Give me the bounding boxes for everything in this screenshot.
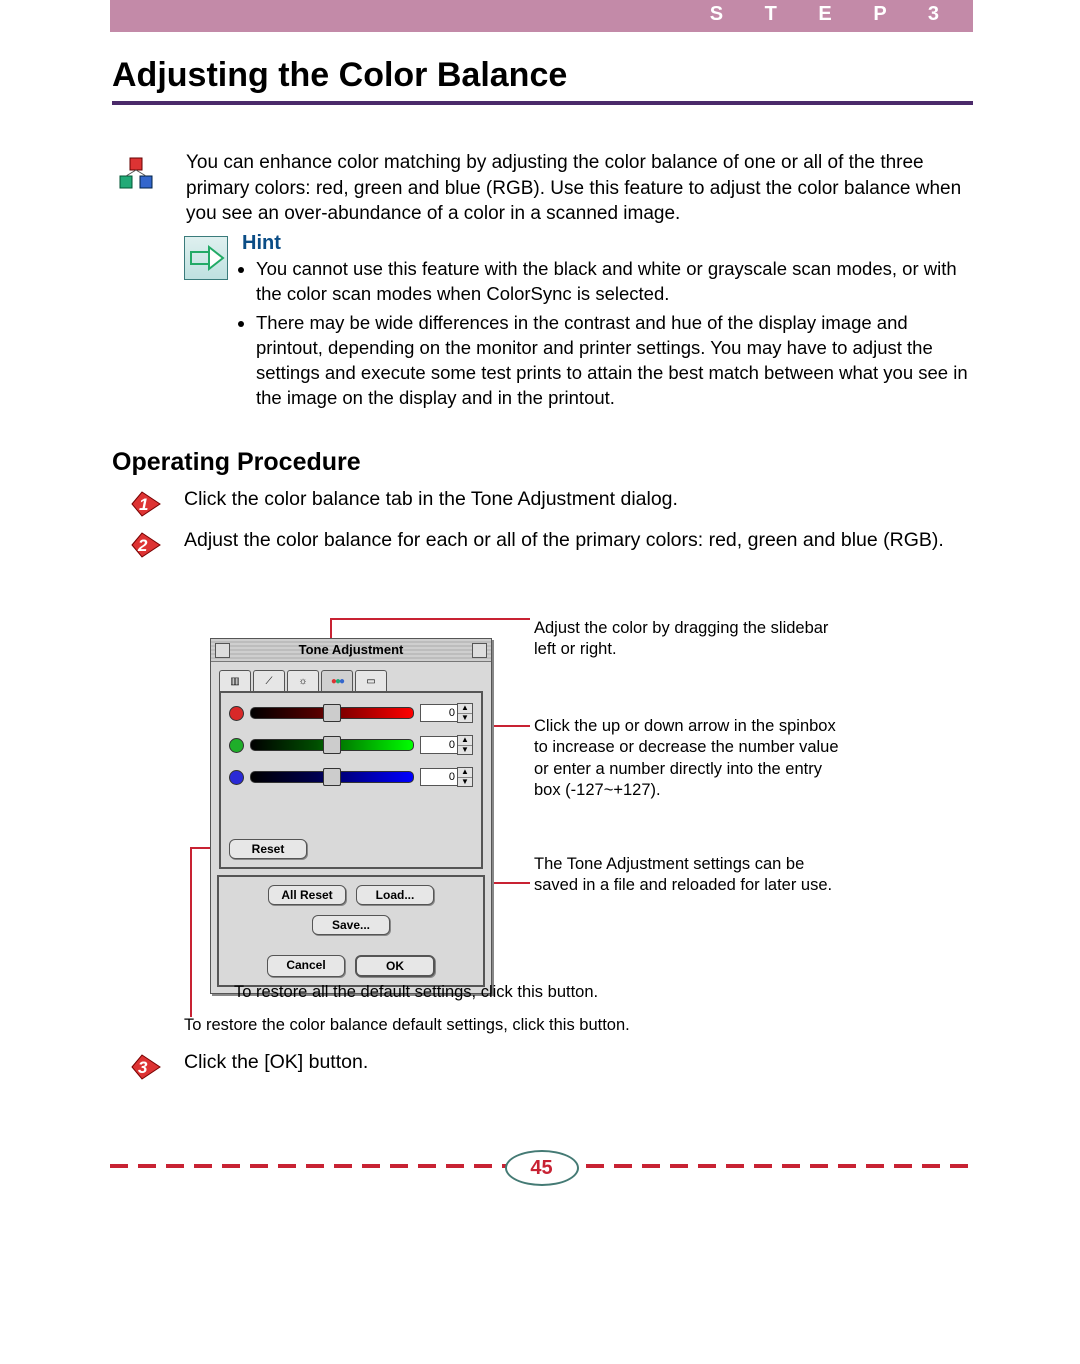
hint-block: Hint You cannot use this feature with th…: [184, 232, 973, 415]
step-label: S T E P 3: [710, 3, 957, 26]
tone-adjustment-figure: Tone Adjustment ▥ ⟋ ☼ ●●● ▭ ▲▼: [210, 618, 970, 1038]
tab-brightness[interactable]: ☼: [287, 670, 319, 691]
red-spin-down[interactable]: ▼: [458, 714, 472, 723]
svg-text:1: 1: [139, 495, 148, 514]
svg-text:3: 3: [138, 1058, 148, 1077]
save-button[interactable]: Save...: [312, 915, 390, 935]
manual-page: S T E P 3 Adjusting the Color Balance Yo…: [0, 0, 1080, 1364]
page-number: 45: [505, 1150, 579, 1186]
step-1: 1 Click the color balance tab in the Ton…: [112, 487, 973, 512]
green-value-input[interactable]: [420, 736, 458, 754]
step-3-text: Click the [OK] button.: [184, 1050, 973, 1075]
hint-title: Hint: [242, 232, 973, 255]
tab-color-balance[interactable]: ●●●: [321, 670, 353, 691]
ok-button[interactable]: OK: [355, 955, 435, 977]
callout-spinbox: Click the up or down arrow in the spinbo…: [534, 716, 844, 802]
title-underline: [112, 101, 973, 105]
green-slider[interactable]: [250, 739, 414, 751]
red-value-input[interactable]: [420, 704, 458, 722]
hint-item: There may be wide differences in the con…: [256, 311, 973, 411]
close-icon[interactable]: [215, 643, 230, 658]
histogram-icon: ▥: [230, 676, 239, 687]
cancel-button[interactable]: Cancel: [267, 955, 345, 977]
intro-text: You can enhance color matching by adjust…: [186, 150, 973, 227]
callout-saveload: The Tone Adjustment settings can be save…: [534, 854, 844, 897]
green-row: ▲▼: [229, 735, 473, 755]
blue-value-input[interactable]: [420, 768, 458, 786]
green-dot-icon: [229, 738, 244, 753]
step-3: 3 Click the [OK] button.: [112, 1050, 973, 1075]
dialog-tabs: ▥ ⟋ ☼ ●●● ▭: [211, 662, 491, 691]
step-2: 2 Adjust the color balance for each or a…: [112, 528, 973, 553]
callout-line: [330, 618, 530, 620]
blue-slider-thumb[interactable]: [323, 768, 341, 786]
svg-text:2: 2: [137, 536, 148, 555]
red-dot-icon: [229, 706, 244, 721]
blue-slider[interactable]: [250, 771, 414, 783]
curve-icon: ⟋: [266, 676, 273, 687]
page-icon: ▭: [366, 676, 375, 687]
step-1-text: Click the color balance tab in the Tone …: [184, 487, 973, 512]
dialog-title-text: Tone Adjustment: [299, 642, 404, 657]
callout-reset-caption: To restore the color balance default set…: [184, 1016, 630, 1035]
green-slider-thumb[interactable]: [323, 736, 341, 754]
hint-item: You cannot use this feature with the bla…: [256, 257, 973, 307]
page-title-block: Adjusting the Color Balance: [112, 56, 973, 105]
blue-spin-down[interactable]: ▼: [458, 778, 472, 787]
tab-other[interactable]: ▭: [355, 670, 387, 691]
tab-histogram[interactable]: ▥: [219, 670, 251, 691]
red-slider-thumb[interactable]: [323, 704, 341, 722]
dialog-titlebar[interactable]: Tone Adjustment: [211, 639, 491, 662]
blue-spinbox[interactable]: ▲▼: [420, 767, 473, 787]
reset-button[interactable]: Reset: [229, 839, 307, 859]
rgb-dots-icon: ●●●: [331, 676, 343, 687]
hint-list: You cannot use this feature with the bla…: [242, 257, 973, 411]
tab-curve[interactable]: ⟋: [253, 670, 285, 691]
step-bullet-2: 2: [130, 528, 164, 562]
rgb-icon: [114, 156, 158, 196]
intro-block: You can enhance color matching by adjust…: [114, 150, 973, 227]
page-footer: 45: [110, 1150, 973, 1180]
green-spinbox[interactable]: ▲▼: [420, 735, 473, 755]
zoom-icon[interactable]: [472, 643, 487, 658]
dialog-body: ▲▼ ▲▼ ▲▼: [219, 691, 483, 869]
step-2-text: Adjust the color balance for each or all…: [184, 528, 973, 553]
step-bullet-3: 3: [130, 1050, 164, 1084]
tone-adjustment-dialog: Tone Adjustment ▥ ⟋ ☼ ●●● ▭ ▲▼: [210, 638, 492, 994]
reset-row: Reset: [229, 799, 473, 859]
sun-icon: ☼: [298, 676, 307, 687]
red-slider[interactable]: [250, 707, 414, 719]
operating-procedure: Operating Procedure 1 Click the color ba…: [112, 448, 973, 570]
all-reset-button[interactable]: All Reset: [268, 885, 346, 905]
callout-line: [190, 847, 192, 1017]
page-title: Adjusting the Color Balance: [112, 56, 973, 95]
hint-arrow-icon: [184, 236, 228, 280]
section-header-bar: S T E P 3: [110, 0, 973, 32]
load-button[interactable]: Load...: [356, 885, 434, 905]
red-spinbox[interactable]: ▲▼: [420, 703, 473, 723]
step-bullet-1: 1: [130, 487, 164, 521]
callout-all-reset-caption: To restore all the default settings, cli…: [234, 983, 598, 1002]
blue-dot-icon: [229, 770, 244, 785]
blue-row: ▲▼: [229, 767, 473, 787]
red-row: ▲▼: [229, 703, 473, 723]
green-spin-down[interactable]: ▼: [458, 746, 472, 755]
dialog-bottom-buttons: All Reset Load... Save... Cancel OK: [217, 875, 485, 987]
callout-slidebar: Adjust the color by dragging the slideba…: [534, 618, 844, 661]
procedure-heading: Operating Procedure: [112, 448, 973, 477]
